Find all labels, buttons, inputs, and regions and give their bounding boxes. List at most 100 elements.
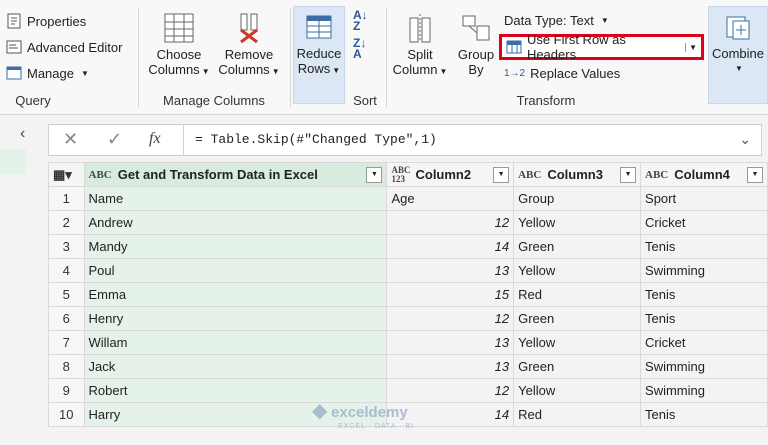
cell[interactable]: Sport (640, 186, 768, 211)
cell[interactable]: Green (513, 354, 642, 379)
cell[interactable]: Age (386, 186, 515, 211)
table-row[interactable]: 6 Henry 12 Green Tenis (48, 306, 768, 331)
column-header[interactable]: ABC Column3 ▼ (513, 162, 642, 187)
cell[interactable]: Cricket (640, 330, 768, 355)
text-type-icon[interactable]: ABC (518, 169, 541, 181)
use-first-row-as-headers-button[interactable]: Use First Row as Headers ▼ (499, 32, 704, 62)
cell[interactable]: Tenis (640, 306, 768, 331)
filter-dropdown-icon[interactable]: ▼ (366, 166, 383, 183)
text-type-icon[interactable]: ABC (645, 169, 668, 181)
check-icon[interactable]: ✓ (107, 129, 122, 150)
cell[interactable]: Henry (83, 306, 388, 331)
cell[interactable]: 13 (386, 258, 515, 283)
table-row[interactable]: 1 Name Age Group Sport (48, 186, 768, 211)
query-group: Properties Advanced Editor Manage ▼ Query (0, 0, 136, 114)
cell[interactable]: Swimming (640, 258, 768, 283)
cell[interactable]: Jack (83, 354, 388, 379)
manage-button[interactable]: Manage ▼ (6, 62, 89, 84)
column-header[interactable]: ABC Column4 ▼ (640, 162, 768, 187)
combine-button[interactable]: Combine ▼ (708, 6, 768, 104)
cell[interactable]: Name (83, 186, 388, 211)
fx-icon[interactable]: fx (149, 130, 161, 148)
table-row[interactable]: 3 Mandy 14 Green Tenis (48, 234, 768, 259)
cell[interactable]: 13 (386, 330, 515, 355)
row-number[interactable]: 5 (48, 282, 85, 307)
cancel-icon[interactable]: ✕ (63, 129, 78, 150)
cell[interactable]: 12 (386, 306, 515, 331)
row-number[interactable]: 10 (48, 402, 85, 427)
sort-descending-button[interactable]: Z↓ A (353, 37, 366, 60)
cell[interactable]: Andrew (83, 210, 388, 235)
group-by-button[interactable]: Group By (452, 12, 500, 77)
cell[interactable]: Swimming (640, 354, 768, 379)
chevron-down-icon[interactable]: ▼ (685, 42, 697, 52)
remove-columns-button[interactable]: Remove Columns ▼ (214, 12, 284, 79)
formula-input[interactable]: = Table.Skip(#"Changed Type",1) (195, 132, 437, 147)
reduce-rows-button[interactable]: Reduce Rows ▼ (293, 6, 345, 104)
filter-dropdown-icon[interactable]: ▼ (747, 166, 763, 183)
chevron-down-icon: ▼ (332, 66, 341, 75)
chevron-down-icon[interactable]: ⌄ (739, 131, 751, 148)
filter-dropdown-icon[interactable]: ▼ (620, 166, 637, 183)
cell[interactable]: Willam (83, 330, 388, 355)
cell[interactable]: Yellow (513, 378, 642, 403)
row-number[interactable]: 9 (48, 378, 85, 403)
cell[interactable]: Tenis (640, 282, 768, 307)
transform-group: Split Column ▼ Group By Data Type: Text ▼ … (388, 0, 704, 114)
separator (290, 8, 291, 108)
cell[interactable]: Tenis (640, 402, 768, 427)
split-column-button[interactable]: Split Column ▼ (392, 12, 448, 79)
replace-values-icon: 1→2 (504, 67, 526, 79)
cell[interactable]: Yellow (513, 330, 642, 355)
replace-values-button[interactable]: 1→2 Replace Values (504, 62, 620, 84)
cell[interactable]: 12 (386, 210, 515, 235)
column-header[interactable]: ABC Get and Transform Data in Excel ▼ (83, 162, 388, 187)
properties-button[interactable]: Properties (6, 10, 86, 32)
chevron-left-icon[interactable]: ‹ (20, 125, 25, 143)
sort-group-label: Sort (353, 93, 377, 108)
table-row[interactable]: 7 Willam 13 Yellow Cricket (48, 330, 768, 355)
cell[interactable]: Yellow (513, 258, 642, 283)
manage-columns-group: Choose Columns ▼ Remove Columns ▼ Manage C… (140, 0, 288, 114)
cell[interactable]: 15 (386, 282, 515, 307)
table-row[interactable]: 8 Jack 13 Green Swimming (48, 354, 768, 379)
cell[interactable]: Yellow (513, 210, 642, 235)
cell[interactable]: Tenis (640, 234, 768, 259)
chevron-down-icon: ▼ (735, 64, 743, 73)
row-number[interactable]: 3 (48, 234, 85, 259)
column-header[interactable]: ABC 123 Column2 ▼ (386, 162, 515, 187)
cell[interactable]: Green (513, 234, 642, 259)
cell[interactable]: Poul (83, 258, 388, 283)
row-number[interactable]: 1 (48, 186, 85, 211)
advanced-editor-button[interactable]: Advanced Editor (6, 36, 122, 58)
row-number[interactable]: 6 (48, 306, 85, 331)
row-number[interactable]: 8 (48, 354, 85, 379)
row-number[interactable]: 4 (48, 258, 85, 283)
table-row[interactable]: 5 Emma 15 Red Tenis (48, 282, 768, 307)
row-number[interactable]: 7 (48, 330, 85, 355)
chevron-down-icon: ▼ (80, 68, 89, 78)
cell[interactable]: 14 (386, 234, 515, 259)
table-menu-button[interactable]: ▦▾ (48, 162, 85, 187)
table-row[interactable]: 4 Poul 13 Yellow Swimming (48, 258, 768, 283)
cell[interactable]: Group (513, 186, 642, 211)
cell[interactable]: Cricket (640, 210, 768, 235)
cell[interactable]: 13 (386, 354, 515, 379)
sort-ascending-button[interactable]: A↓ Z (353, 9, 368, 32)
cell[interactable]: Green (513, 306, 642, 331)
separator (386, 8, 387, 108)
choose-columns-button[interactable]: Choose Columns ▼ (146, 12, 212, 79)
table-row[interactable]: 2 Andrew 12 Yellow Cricket (48, 210, 768, 235)
cell[interactable]: Emma (83, 282, 388, 307)
data-type-button[interactable]: Data Type: Text ▼ (504, 9, 609, 31)
selected-query-indicator[interactable] (0, 149, 26, 175)
any-type-icon[interactable]: ABC 123 (391, 165, 410, 184)
cell[interactable]: Mandy (83, 234, 388, 259)
cell[interactable]: Swimming (640, 378, 768, 403)
cell[interactable]: Red (513, 282, 642, 307)
cell[interactable]: Red (513, 402, 642, 427)
row-number[interactable]: 2 (48, 210, 85, 235)
text-type-icon[interactable]: ABC (89, 169, 112, 181)
query-group-label: Query (15, 93, 51, 108)
filter-dropdown-icon[interactable]: ▼ (493, 166, 510, 183)
